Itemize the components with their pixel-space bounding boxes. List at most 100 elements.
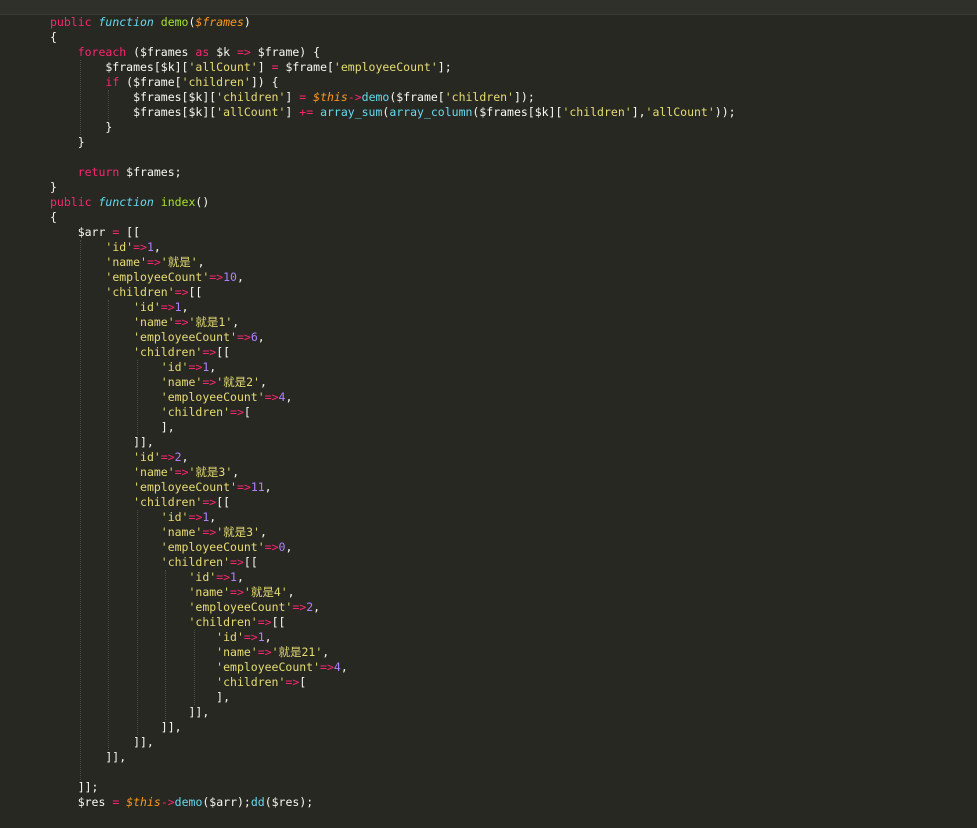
code-token: 'name'	[160, 525, 203, 539]
code-token: $frames[$k][	[50, 90, 217, 104]
code-token: =	[271, 60, 279, 74]
code-token: public	[50, 15, 99, 29]
code-token: 1	[174, 300, 182, 314]
code-line: 'children'=>[[	[50, 495, 230, 510]
indent-guide	[108, 300, 109, 750]
code-line: 'employeeCount'=>6,	[50, 330, 265, 345]
code-line: foreach ($frames as $k => $frame) {	[50, 45, 320, 60]
code-line: 'children'=>[[	[50, 285, 202, 300]
code-token: '就是1'	[188, 315, 233, 329]
code-line: ]],	[50, 705, 209, 720]
code-token: 4	[333, 660, 341, 674]
code-line: 'name'=>'就是1',	[50, 315, 239, 330]
code-token: $frames	[195, 15, 244, 29]
code-line: 'children'=>[	[50, 675, 306, 690]
code-token: 'employeeCount'	[160, 540, 265, 554]
code-token: 'name'	[216, 645, 258, 659]
code-token: =>	[202, 495, 217, 509]
code-token: ],	[631, 105, 646, 119]
code-token: ($frame[	[389, 90, 445, 104]
code-token: array_sum	[320, 105, 383, 119]
code-token: 'allCount'	[216, 105, 286, 119]
code-token: 'id'	[133, 300, 161, 314]
code-token: '就是21'	[271, 645, 323, 659]
code-token: ]) {	[250, 75, 279, 89]
code-token: ],	[50, 690, 231, 704]
code-token: =>	[202, 375, 217, 389]
code-token: =>	[230, 555, 244, 569]
code-line: 'id'=>1,	[50, 240, 160, 255]
code-token: =>	[236, 45, 251, 59]
code-token: [[	[216, 495, 231, 509]
editor-tab-strip	[0, 0, 977, 15]
code-token: demo	[160, 15, 189, 29]
code-token: =>	[236, 330, 251, 344]
code-line: 'name'=>'就是',	[50, 255, 204, 270]
code-token: $frames[$k][	[50, 105, 217, 119]
code-token: 'allCount'	[188, 60, 258, 74]
code-line: 'name'=>'就是3',	[50, 465, 239, 480]
code-token: ($frames	[126, 45, 196, 59]
code-token: 'employeeCount'	[188, 600, 293, 614]
code-token: 'children'	[105, 285, 175, 299]
code-token: ,	[313, 600, 321, 614]
code-token: ($arr);	[202, 795, 251, 809]
code-token: 'employeeCount'	[133, 480, 237, 494]
code-token: ]	[285, 105, 300, 119]
code-token: public	[50, 195, 99, 209]
code-token: =>	[216, 570, 231, 584]
code-editor[interactable]: public function demo($frames){ foreach (…	[0, 15, 977, 828]
code-line: 'employeeCount'=>2,	[50, 600, 320, 615]
code-token: 'name'	[133, 315, 175, 329]
code-token: ,	[259, 375, 267, 389]
code-token: 1	[230, 570, 237, 584]
code-line: 'employeeCount'=>4,	[50, 390, 293, 405]
code-token: +=	[299, 105, 314, 119]
code-token: as	[195, 45, 210, 59]
code-token: 'children'	[160, 555, 231, 569]
code-token: =>	[230, 405, 244, 419]
code-token: 6	[250, 330, 258, 344]
indent-guide	[137, 360, 138, 435]
code-token: ,	[181, 300, 189, 314]
code-line: {	[50, 30, 57, 45]
code-token: $k	[209, 45, 237, 59]
code-token: 'children'	[133, 345, 203, 359]
code-token: array_column	[389, 105, 473, 119]
code-token: ,	[322, 645, 330, 659]
code-token: 'children'	[444, 90, 514, 104]
code-token: $res	[50, 795, 113, 809]
code-token: =>	[320, 660, 334, 674]
code-token: dd	[250, 795, 265, 809]
code-token: }	[50, 180, 57, 194]
code-token: 1	[257, 630, 265, 644]
code-token: =>	[160, 450, 175, 464]
code-token: [	[299, 675, 307, 689]
code-token: 'employeeCount'	[160, 390, 265, 404]
code-token: }	[50, 120, 113, 134]
code-token: ->	[160, 795, 175, 809]
code-token: $this	[126, 795, 161, 809]
code-token: ,	[236, 270, 244, 284]
code-token: =>	[236, 480, 251, 494]
code-line: 'name'=>'就是21',	[50, 645, 329, 660]
code-line: public function demo($frames)	[50, 15, 251, 30]
code-token: ]],	[50, 435, 154, 449]
code-token: =>	[209, 270, 224, 284]
code-line: ]];	[50, 780, 99, 795]
code-line: 'id'=>1,	[50, 360, 216, 375]
code-token: $arr	[50, 225, 113, 239]
